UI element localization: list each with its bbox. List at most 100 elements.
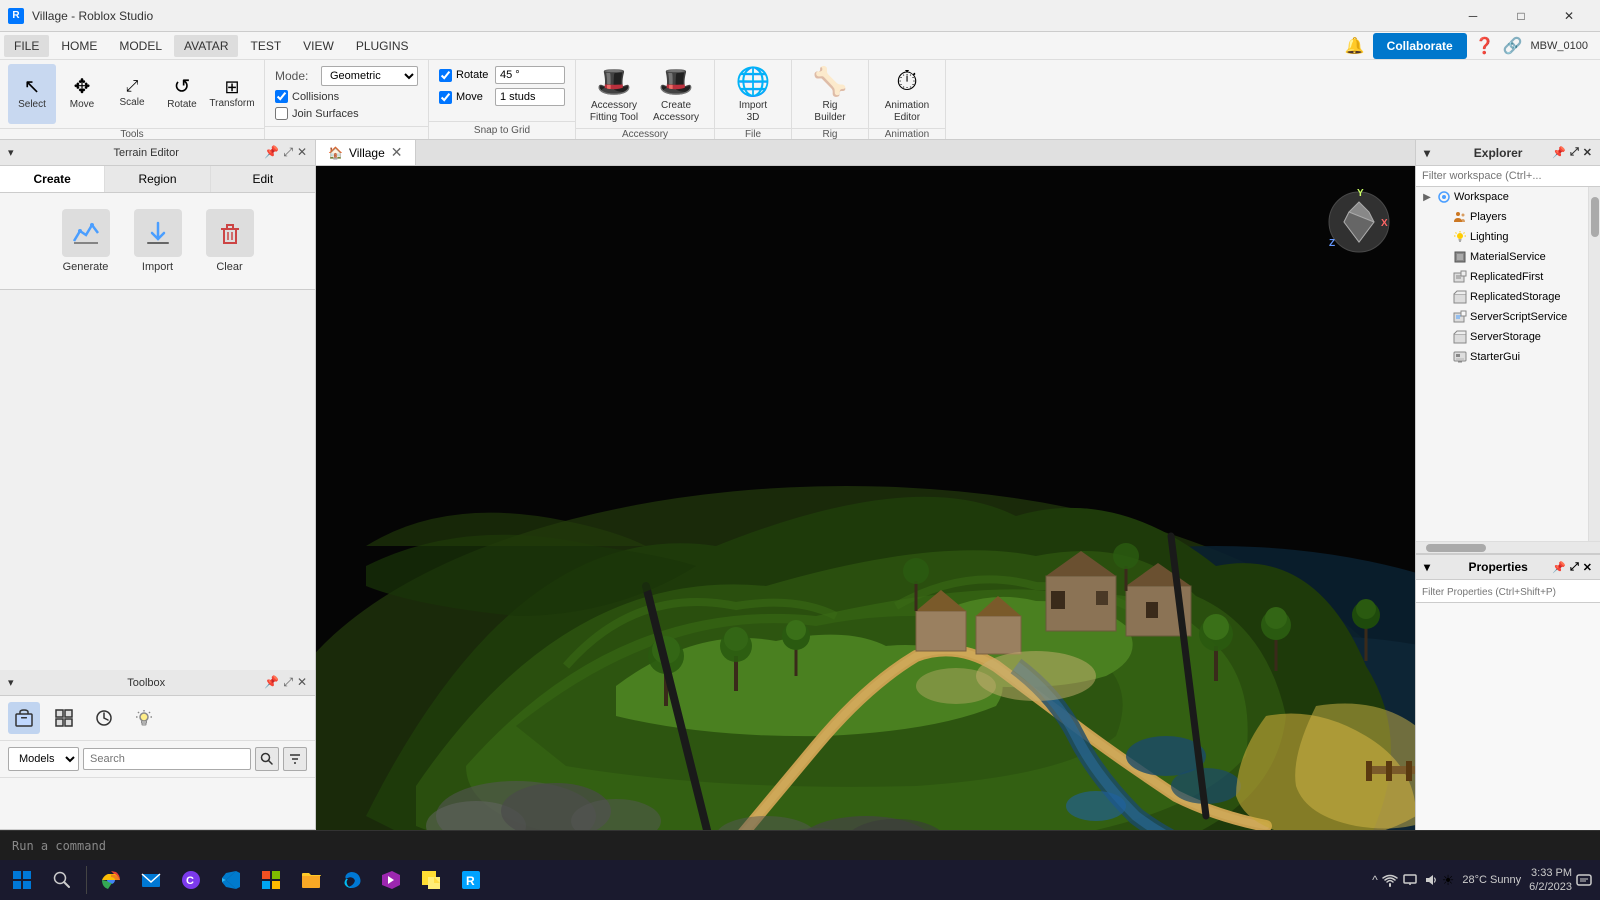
scene-canvas[interactable]: Y X Z <box>316 166 1415 830</box>
help-icon[interactable]: ❓ <box>1475 36 1495 56</box>
village-tab[interactable]: 🏠 Village ✕ <box>316 140 416 165</box>
select-tool-button[interactable]: ↖ Select <box>8 64 56 124</box>
share-icon[interactable]: 🔗 <box>1503 36 1523 56</box>
toolbox-search-input[interactable] <box>83 748 251 770</box>
move-snap-checkbox[interactable] <box>439 91 452 104</box>
tree-item-workspace[interactable]: ▶ Workspace <box>1416 187 1588 207</box>
explorer-h-scrollbar[interactable] <box>1416 541 1600 553</box>
toolbox-filter-button[interactable] <box>283 747 307 771</box>
explorer-close-button[interactable]: ✕ <box>1583 146 1592 159</box>
toolbox-search-button[interactable] <box>255 747 279 771</box>
collisions-checkbox[interactable] <box>275 90 288 103</box>
toolbox-inventory-icon[interactable] <box>8 702 40 734</box>
collaborate-button[interactable]: Collaborate <box>1373 33 1467 59</box>
roblox-studio-taskbar-button[interactable]: R <box>453 862 489 898</box>
mail-taskbar-button[interactable] <box>133 862 169 898</box>
village-tab-close[interactable]: ✕ <box>391 144 403 161</box>
rotate-snap-checkbox[interactable] <box>439 69 452 82</box>
minimize-button[interactable]: ─ <box>1450 0 1496 32</box>
vscode-taskbar-button[interactable] <box>213 862 249 898</box>
tree-item-lighting[interactable]: Lighting <box>1416 227 1588 247</box>
rig-builder-button[interactable]: 🦴 RigBuilder <box>800 64 860 124</box>
viewport[interactable]: 🏠 Village ✕ <box>316 140 1415 830</box>
explorer-scrollbar-thumb[interactable] <box>1591 197 1599 237</box>
props-expand-button[interactable]: ⤢ <box>1570 561 1579 574</box>
explorer-h-scrollbar-thumb[interactable] <box>1426 544 1486 552</box>
menu-plugins[interactable]: PLUGINS <box>346 35 419 57</box>
tree-item-server-script[interactable]: ServerScriptService <box>1416 307 1588 327</box>
menu-file[interactable]: FILE <box>4 35 49 57</box>
terrain-tab-create[interactable]: Create <box>0 166 105 192</box>
visual-studio-button[interactable] <box>373 862 409 898</box>
explorer-pin-button[interactable]: 📌 <box>1552 146 1566 159</box>
terrain-pin-button[interactable]: 📌 <box>264 145 279 160</box>
props-close-button[interactable]: ✕ <box>1583 561 1592 574</box>
import-3d-button[interactable]: 🌐 Import3D <box>723 64 783 124</box>
animation-editor-button[interactable]: ⏱ AnimationEditor <box>877 64 937 124</box>
toolbox-recent-icon[interactable] <box>88 702 120 734</box>
create-accessory-button[interactable]: 🎩 CreateAccessory <box>646 64 706 124</box>
menu-test[interactable]: TEST <box>240 35 291 57</box>
toolbox-pin-button[interactable]: 📌 <box>264 675 279 690</box>
command-bar[interactable]: Run a command <box>0 830 1600 860</box>
properties-filter-input[interactable] <box>1422 587 1594 598</box>
rotate-value-input[interactable]: 45 ° <box>495 66 565 84</box>
explorer-filter-input[interactable] <box>1422 170 1594 182</box>
terrain-collapse-icon[interactable]: ▾ <box>8 146 28 159</box>
move-value-input[interactable]: 1 studs <box>495 88 565 106</box>
toolbox-light-icon[interactable] <box>128 702 160 734</box>
toolbox-category-dropdown[interactable]: Models Decals Audio Plugins <box>8 747 79 771</box>
menu-model[interactable]: MODEL <box>109 35 172 57</box>
toolbox-expand-button[interactable]: ⤢ <box>283 675 293 690</box>
sticky-notes-button[interactable] <box>413 862 449 898</box>
accessory-fitting-tool-button[interactable]: 🎩 AccessoryFitting Tool <box>584 64 644 124</box>
tree-item-starter-gui[interactable]: StarterGui <box>1416 347 1588 367</box>
explorer-expand-button[interactable]: ⤢ <box>1570 146 1579 159</box>
search-taskbar-button[interactable] <box>44 862 80 898</box>
tree-item-server-storage[interactable]: ServerStorage <box>1416 327 1588 347</box>
rotate-tool-button[interactable]: ↺ Rotate <box>158 64 206 124</box>
mode-select[interactable]: Geometric Local Space Global Space <box>321 66 418 86</box>
menu-view[interactable]: VIEW <box>293 35 344 57</box>
terrain-tab-region[interactable]: Region <box>105 166 210 192</box>
terrain-generate-tool[interactable]: Generate <box>62 209 110 273</box>
orientation-widget[interactable]: Y X Z <box>1319 182 1399 262</box>
terrain-close-button[interactable]: ✕ <box>297 145 307 160</box>
menu-home[interactable]: HOME <box>51 35 107 57</box>
toolbox-grid-icon[interactable] <box>48 702 80 734</box>
explorer-scrollbar[interactable] <box>1588 187 1600 541</box>
join-surfaces-checkbox-label[interactable]: Join Surfaces <box>275 107 359 120</box>
edge-taskbar-button[interactable] <box>333 862 369 898</box>
explorer-filter-bar[interactable] <box>1416 166 1600 187</box>
props-pin-button[interactable]: 📌 <box>1552 561 1566 574</box>
scale-tool-button[interactable]: ⤢ Scale <box>108 64 156 124</box>
join-surfaces-checkbox[interactable] <box>275 107 288 120</box>
terrain-tab-edit[interactable]: Edit <box>211 166 315 192</box>
terrain-import-tool[interactable]: Import <box>134 209 182 273</box>
terrain-clear-tool[interactable]: Clear <box>206 209 254 273</box>
workspace-toggle[interactable]: ▶ <box>1420 192 1434 203</box>
collisions-checkbox-label[interactable]: Collisions <box>275 90 339 103</box>
start-button[interactable] <box>4 862 40 898</box>
tree-item-replicated-storage[interactable]: ReplicatedStorage <box>1416 287 1588 307</box>
move-tool-button[interactable]: ✥ Move <box>58 64 106 124</box>
tray-chevron[interactable]: ^ <box>1372 873 1378 887</box>
chrome-taskbar-button[interactable] <box>93 862 129 898</box>
maximize-button[interactable]: □ <box>1498 0 1544 32</box>
notification-icon[interactable]: 🔔 <box>1345 36 1365 56</box>
tree-item-replicated-first[interactable]: ReplicatedFirst <box>1416 267 1588 287</box>
toolbox-close-button[interactable]: ✕ <box>297 675 307 690</box>
props-collapse-icon[interactable]: ▾ <box>1424 560 1444 574</box>
close-button[interactable]: ✕ <box>1546 0 1592 32</box>
toolbox-collapse-icon[interactable]: ▾ <box>8 676 28 689</box>
tree-item-material-service[interactable]: MaterialService <box>1416 247 1588 267</box>
store-taskbar-button[interactable] <box>253 862 289 898</box>
menu-avatar[interactable]: AVATAR <box>174 35 238 57</box>
transform-tool-button[interactable]: ⊞ Transform <box>208 64 256 124</box>
canva-taskbar-button[interactable]: C <box>173 862 209 898</box>
tree-item-players[interactable]: Players <box>1416 207 1588 227</box>
notification-center-icon[interactable] <box>1576 872 1592 888</box>
explorer-collapse-icon[interactable]: ▾ <box>1424 146 1444 160</box>
properties-filter-bar[interactable] <box>1416 580 1600 603</box>
terrain-expand-button[interactable]: ⤢ <box>283 145 293 160</box>
